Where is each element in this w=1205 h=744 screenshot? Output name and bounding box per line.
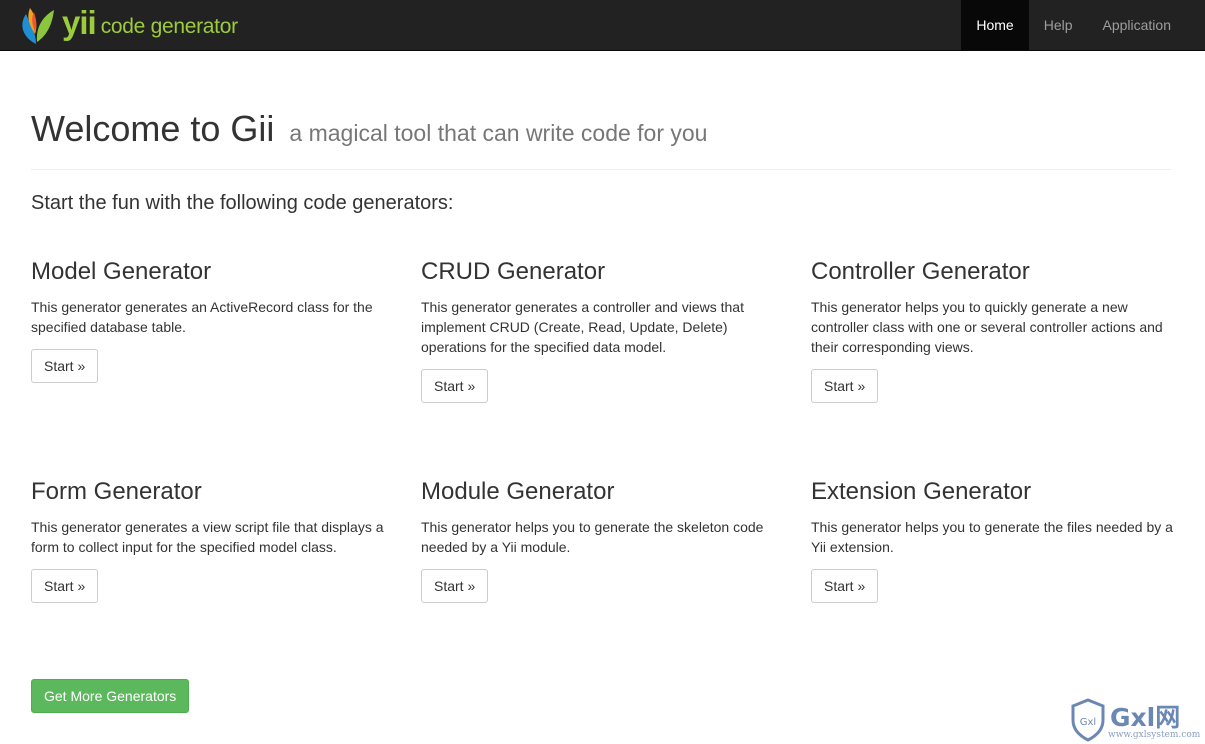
generator-module: Module Generator This generator helps yo… bbox=[421, 478, 786, 603]
start-model-button[interactable]: Start » bbox=[31, 349, 99, 383]
generator-description: This generator generates an ActiveRecord… bbox=[31, 299, 373, 335]
start-module-button[interactable]: Start » bbox=[421, 569, 489, 603]
start-form-button[interactable]: Start » bbox=[31, 569, 99, 603]
generator-title: Extension Generator bbox=[811, 478, 1032, 505]
nav-application[interactable]: Application bbox=[1088, 0, 1187, 51]
main-nav: Home Help Application bbox=[961, 0, 1186, 51]
shield-text: Gxl bbox=[1080, 717, 1096, 728]
generator-description: This generator generates a controller an… bbox=[421, 299, 744, 355]
top-navbar: yii code generator Home Help Application bbox=[0, 0, 1205, 51]
generator-model: Model Generator This generator generates… bbox=[31, 258, 396, 383]
yii-leaf-icon bbox=[22, 8, 54, 44]
generator-crud: CRUD Generator This generator generates … bbox=[421, 258, 786, 403]
generator-description: This generator helps you to quickly gene… bbox=[811, 299, 1163, 355]
brand-logo[interactable]: yii code generator bbox=[16, 4, 238, 48]
brand-title: code generator bbox=[100, 15, 238, 38]
generator-description: This generator helps you to generate the… bbox=[421, 519, 764, 555]
start-controller-button[interactable]: Start » bbox=[811, 369, 879, 403]
page-subtitle: a magical tool that can write code for y… bbox=[289, 120, 708, 146]
generator-form: Form Generator This generator generates … bbox=[31, 478, 396, 603]
generator-extension: Extension Generator This generator helps… bbox=[811, 478, 1176, 603]
watermark-text: Gxl网 bbox=[1110, 703, 1181, 732]
generator-description: This generator generates a view script f… bbox=[31, 519, 384, 555]
brand-yii-text: yii bbox=[62, 4, 97, 41]
generator-title: Module Generator bbox=[421, 478, 615, 505]
page-title: Welcome to Gii a magical tool that can w… bbox=[31, 108, 707, 150]
lead-text: Start the fun with the following code ge… bbox=[31, 192, 454, 214]
page-header: Welcome to Gii a magical tool that can w… bbox=[31, 108, 1171, 170]
nav-home[interactable]: Home bbox=[961, 0, 1029, 51]
page-title-main: Welcome to Gii bbox=[31, 108, 275, 149]
get-more-generators-button[interactable]: Get More Generators bbox=[31, 679, 190, 713]
start-crud-button[interactable]: Start » bbox=[421, 369, 489, 403]
generator-title: CRUD Generator bbox=[421, 258, 606, 285]
generator-description: This generator helps you to generate the… bbox=[811, 519, 1173, 555]
generator-title: Model Generator bbox=[31, 258, 212, 285]
watermark-url: www.gxlsystem.com bbox=[1108, 730, 1201, 740]
watermark: Gxl Gxl网 www.gxlsystem.com bbox=[1070, 696, 1200, 742]
generator-controller: Controller Generator This generator help… bbox=[811, 258, 1176, 403]
generator-title: Form Generator bbox=[31, 478, 202, 505]
shield-icon: Gxl bbox=[1071, 698, 1105, 742]
start-extension-button[interactable]: Start » bbox=[811, 569, 879, 603]
generator-title: Controller Generator bbox=[811, 258, 1030, 285]
nav-help[interactable]: Help bbox=[1029, 0, 1088, 51]
